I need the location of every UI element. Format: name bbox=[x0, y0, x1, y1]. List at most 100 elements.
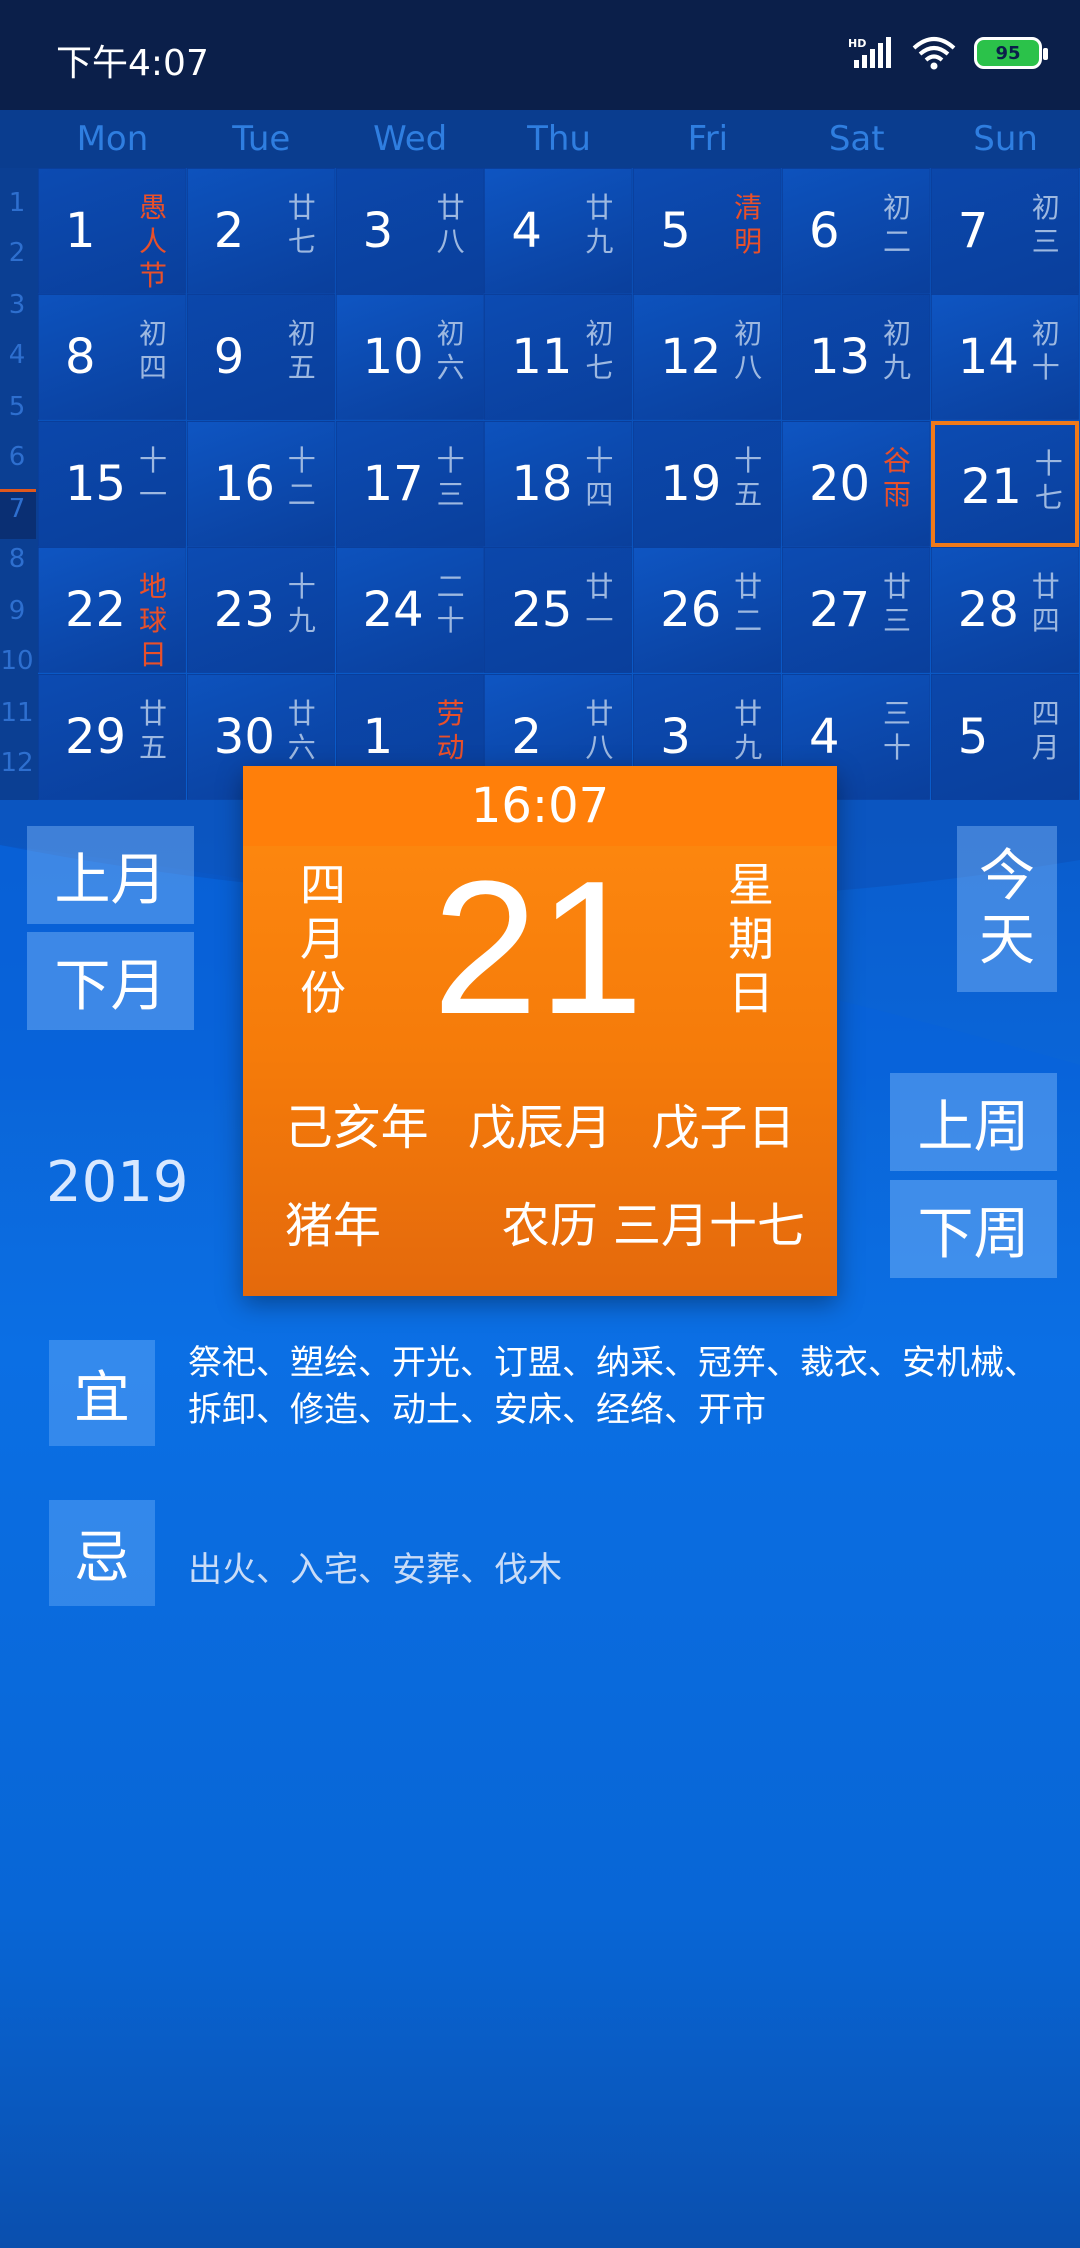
status-bar: 下午4:07 HD 95 bbox=[0, 0, 1080, 110]
calendar-day-cell[interactable]: 12 初八 bbox=[633, 294, 782, 421]
day-number: 20 bbox=[809, 455, 871, 512]
month-index: 6 bbox=[8, 442, 26, 472]
day-number: 24 bbox=[362, 582, 424, 639]
lunar-day: 初十 bbox=[1031, 317, 1060, 385]
calendar-day-cell[interactable]: 11 初七 bbox=[484, 294, 633, 421]
month-index: 10 bbox=[0, 646, 34, 676]
calendar-grid: 1 愚人节 2 廿七 3 廿八 4 廿九 5 清明 6 初二 7 初三 8 初四 9 初五 10 初六 11 初七 12 初八… bbox=[38, 168, 1080, 800]
calendar-day-cell[interactable]: 13 初九 bbox=[782, 294, 930, 421]
next-month-button[interactable]: 下月 bbox=[27, 932, 194, 1030]
day-number: 14 bbox=[957, 329, 1019, 386]
lunar-day: 廿六 bbox=[287, 696, 316, 764]
month-index: 1 bbox=[8, 188, 26, 218]
lunar-day: 廿二 bbox=[734, 570, 763, 638]
calendar-day-cell[interactable]: 27 廿三 bbox=[782, 547, 930, 674]
calendar-day-cell[interactable]: 10 初六 bbox=[335, 294, 484, 421]
prev-week-button[interactable]: 上周 bbox=[890, 1073, 1057, 1171]
lunar-day: 地球日 bbox=[138, 570, 167, 672]
calendar-day-cell[interactable]: 20 谷雨 bbox=[782, 420, 930, 547]
calendar-day-cell[interactable]: 5 清明 bbox=[633, 168, 782, 294]
calendar-day-cell[interactable]: 7 初三 bbox=[930, 168, 1079, 294]
calendar-day-cell[interactable]: 29 廿五 bbox=[38, 673, 186, 800]
lunar-day: 廿八 bbox=[436, 191, 465, 258]
calendar-day-cell[interactable]: 9 初五 bbox=[186, 294, 335, 421]
day-number: 2 bbox=[511, 708, 542, 765]
calendar-day-cell[interactable]: 4 廿九 bbox=[484, 168, 633, 294]
ganzhi-row: 己亥年 戊辰月 戊子日 bbox=[243, 1088, 837, 1158]
month-index: 7 bbox=[8, 494, 26, 524]
calendar-day-cell[interactable]: 3 廿八 bbox=[335, 168, 484, 294]
wifi-icon bbox=[912, 37, 956, 70]
zodiac-year: 猪年 bbox=[285, 1198, 382, 1254]
day-number: 4 bbox=[809, 708, 840, 765]
lunar-day: 十三 bbox=[436, 443, 465, 511]
calendar-day-cell[interactable]: 22 地球日 bbox=[38, 547, 186, 674]
lunar-day: 初四 bbox=[138, 317, 167, 385]
calendar-day-cell[interactable]: 6 初二 bbox=[782, 168, 930, 294]
month-ganzhi: 戊辰月 bbox=[467, 1100, 612, 1156]
calendar-day-cell[interactable]: 5 四月 bbox=[930, 673, 1079, 800]
lunar-day: 谷雨 bbox=[882, 443, 911, 511]
calendar-day-cell[interactable]: 14 初十 bbox=[930, 294, 1079, 421]
calendar-day-cell[interactable]: 1 愚人节 bbox=[38, 168, 186, 294]
lunar-row: 猪年 农历 三月十七 bbox=[285, 1186, 805, 1256]
yi-text: 祭祀、塑绘、开光、订盟、纳采、冠笄、裁衣、安机械、拆卸、修造、动土、安床、经络、… bbox=[188, 1343, 1038, 1430]
popup-weekday: 星期日 bbox=[728, 858, 774, 1020]
svg-text:HD: HD bbox=[848, 37, 866, 50]
day-number: 19 bbox=[660, 455, 722, 512]
lunar-date: 农历 三月十七 bbox=[501, 1198, 805, 1254]
lunar-day: 廿一 bbox=[585, 570, 614, 638]
weekday-label: Tue bbox=[232, 119, 291, 159]
status-icons: HD 95 bbox=[848, 36, 1048, 70]
lunar-day: 廿九 bbox=[734, 696, 763, 764]
calendar-day-cell[interactable]: 2 廿七 bbox=[186, 168, 335, 294]
calendar-day-cell[interactable]: 28 廿四 bbox=[930, 547, 1079, 674]
month-index: 12 bbox=[0, 748, 34, 778]
day-number: 22 bbox=[65, 582, 127, 639]
day-number: 26 bbox=[660, 582, 722, 639]
day-number: 9 bbox=[213, 329, 245, 386]
calendar-day-cell[interactable]: 17 十三 bbox=[335, 420, 484, 547]
day-number: 18 bbox=[511, 455, 573, 512]
today-label: 今天 bbox=[979, 844, 1035, 973]
month-index: 3 bbox=[8, 290, 26, 320]
calendar-day-cell[interactable]: 25 廿一 bbox=[484, 547, 633, 674]
ji-badge: 忌 bbox=[49, 1500, 155, 1606]
calendar-day-cell[interactable]: 24 二十 bbox=[335, 547, 484, 674]
lunar-day: 二十 bbox=[436, 570, 465, 638]
lunar-day: 初七 bbox=[585, 317, 614, 385]
popup-day: 21 bbox=[432, 842, 644, 1054]
calendar-day-cell[interactable]: 16 十二 bbox=[186, 420, 335, 547]
lunar-day: 愚人节 bbox=[138, 191, 167, 292]
day-number: 11 bbox=[511, 329, 573, 386]
lunar-day: 十五 bbox=[734, 443, 763, 511]
month-scrubber[interactable]: 1 2 3 4 5 6 7 8 9 10 11 12 bbox=[0, 168, 38, 800]
today-button[interactable]: 今天 bbox=[957, 826, 1057, 992]
lunar-day: 十七 bbox=[1034, 446, 1063, 514]
weekday-label: Mon bbox=[76, 119, 149, 159]
prev-month-button[interactable]: 上月 bbox=[27, 826, 194, 924]
popup-month: 四月份 bbox=[300, 858, 346, 1020]
next-week-button[interactable]: 下周 bbox=[890, 1180, 1057, 1278]
calendar-day-cell[interactable]: 26 廿二 bbox=[633, 547, 782, 674]
weekday-header: Mon Tue Wed Thu Fri Sat Sun bbox=[0, 110, 1080, 168]
weekday-label: Fri bbox=[687, 119, 729, 159]
calendar-day-cell[interactable]: 8 初四 bbox=[38, 294, 186, 421]
date-detail-card[interactable]: 16:07 四月份 21 星期日 己亥年 戊辰月 戊子日 猪年 农历 三月十七 bbox=[243, 766, 837, 1296]
lunar-day: 廿三 bbox=[882, 570, 911, 638]
weekday-label: Sat bbox=[828, 119, 885, 159]
month-index: 4 bbox=[8, 340, 26, 370]
lunar-day: 初二 bbox=[882, 191, 911, 258]
day-number: 1 bbox=[65, 203, 96, 259]
lunar-day: 初九 bbox=[882, 317, 911, 385]
weekday-label: Wed bbox=[373, 119, 448, 159]
month-index: 11 bbox=[0, 698, 34, 728]
calendar-day-cell[interactable]: 19 十五 bbox=[633, 420, 782, 547]
calendar-day-cell[interactable]: 15 十一 bbox=[38, 420, 186, 547]
day-number: 28 bbox=[957, 582, 1019, 639]
calendar-day-cell[interactable]: 18 十四 bbox=[484, 420, 633, 547]
day-number: 3 bbox=[660, 708, 691, 765]
calendar-day-cell[interactable]: 21 十七 bbox=[930, 420, 1079, 547]
calendar-day-cell[interactable]: 23 十九 bbox=[186, 547, 335, 674]
year-label: 2019 bbox=[46, 1150, 189, 1215]
